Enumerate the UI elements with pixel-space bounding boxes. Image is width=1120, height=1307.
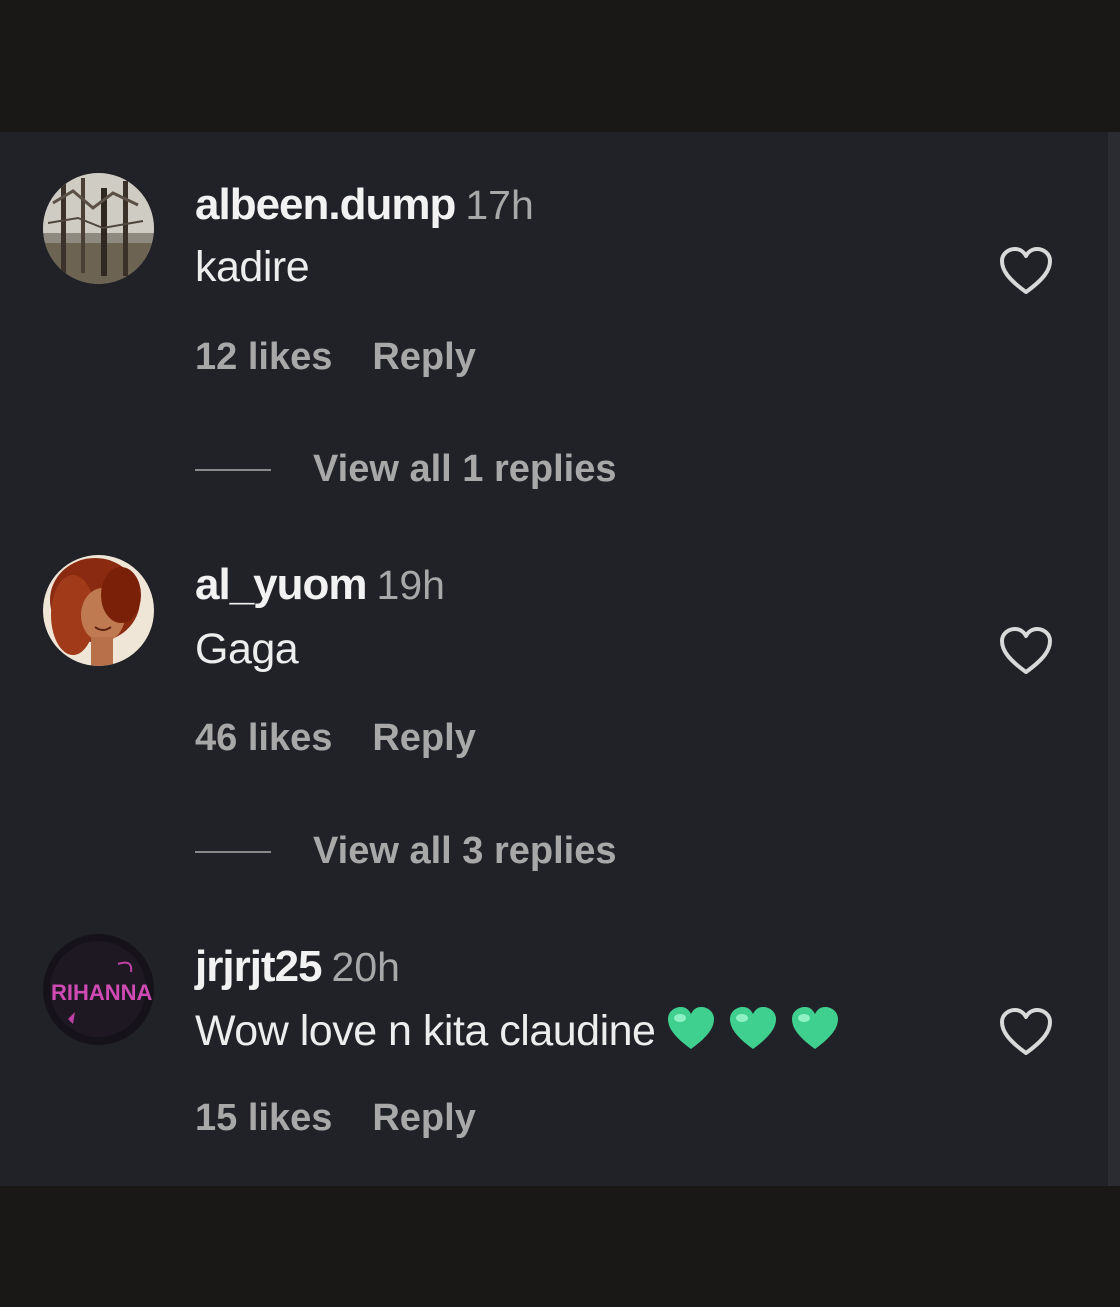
comment-actions: 12 likes Reply [195,336,476,379]
comment-text: kadire [195,243,310,291]
woman-photo-icon [43,555,154,666]
heart-icon[interactable] [998,1007,1054,1057]
timestamp: 20h [331,944,400,990]
top-letterbox [0,0,1120,132]
comment-text-row: Wow love n kita claudine [195,1005,841,1056]
view-replies-label[interactable]: View all 3 replies [313,830,616,872]
green-heart-emoji-icon [668,1007,715,1049]
divider-line [195,850,271,853]
trees-photo-icon [43,173,154,284]
comment-text: Gaga [195,625,299,673]
green-heart-emoji-icon [730,1007,777,1049]
username[interactable]: jrjrjt25 [195,942,323,991]
divider-line [195,468,271,471]
avatar[interactable]: RIHANNA [43,934,154,1045]
avatar[interactable] [43,555,154,666]
heart-icon[interactable] [998,626,1054,676]
username[interactable]: albeen.dump [195,180,456,229]
heart-icon[interactable] [998,246,1054,296]
reply-button[interactable]: Reply [372,336,475,378]
bottom-letterbox [0,1186,1120,1307]
timestamp: 19h [376,562,445,608]
view-replies-link[interactable]: View all 3 replies [195,830,616,873]
timestamp: 17h [465,182,534,228]
username[interactable]: al_yuom [195,560,368,609]
avatar-logo-text: RIHANNA [51,980,153,1005]
green-heart-emoji-icon [792,1007,839,1049]
likes-count[interactable]: 46 likes [195,717,332,759]
rihanna-logo-icon: RIHANNA [43,934,154,1045]
comment-text: Wow love n kita claudine [195,1007,656,1055]
likes-count[interactable]: 12 likes [195,336,332,378]
comment-header: albeen.dump 17h [195,180,534,230]
comment-header: jrjrjt25 20h [195,942,400,992]
likes-count[interactable]: 15 likes [195,1097,332,1139]
avatar[interactable] [43,173,154,284]
comment-header: al_yuom 19h [195,560,445,610]
comment-actions: 46 likes Reply [195,717,476,760]
view-replies-label[interactable]: View all 1 replies [313,448,616,490]
comment-actions: 15 likes Reply [195,1097,476,1140]
view-replies-link[interactable]: View all 1 replies [195,448,616,491]
scrollbar-track[interactable] [1108,132,1120,1186]
reply-button[interactable]: Reply [372,1097,475,1139]
reply-button[interactable]: Reply [372,717,475,759]
